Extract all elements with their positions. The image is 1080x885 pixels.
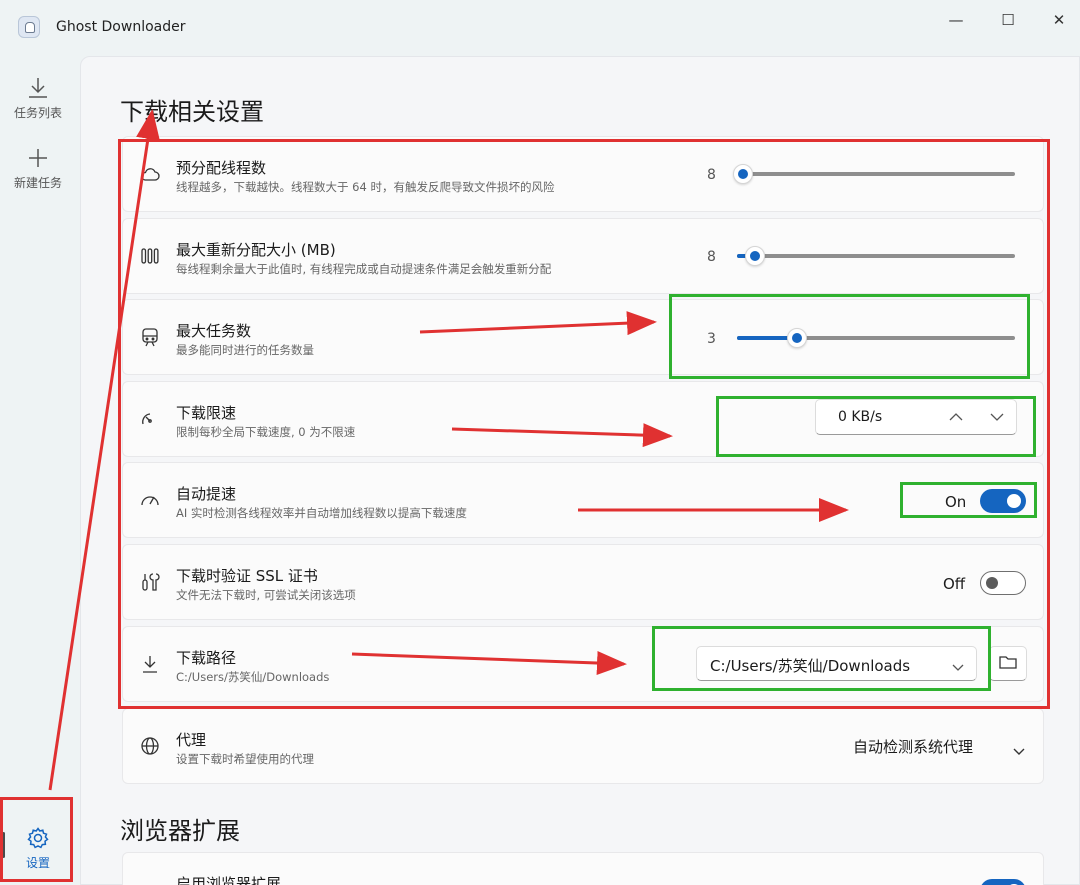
setting-title: 代理 [176,731,207,749]
setting-description: 设置下载时希望使用的代理 [176,752,314,766]
ghost-app-icon [18,16,40,38]
proxy-dropdown-value[interactable]: 自动检测系统代理 [853,736,973,757]
minimize-button[interactable]: — [933,6,979,34]
section-title-browser: 浏览器扩展 [120,817,240,845]
chevron-down-icon[interactable] [1013,741,1025,760]
section-title-download: 下载相关设置 [120,98,264,126]
annotation-box-max-tasks [669,294,1030,379]
annotation-box-speed-limit [716,396,1036,457]
annotation-box-auto-speedup [900,482,1037,518]
nav-rail: 任务列表 新建任务 设置 [0,56,78,885]
download-icon [0,74,76,102]
close-button[interactable]: ✕ [1036,6,1080,34]
globe-icon [139,735,161,757]
browser-extension-toggle[interactable] [980,879,1026,885]
annotation-box-settings-nav [0,797,73,882]
nav-item-task-list[interactable]: 任务列表 [0,74,76,121]
plus-icon [0,144,76,172]
app-title: Ghost Downloader [56,19,186,35]
annotation-box-download-path [652,626,991,691]
nav-item-label: 新建任务 [13,176,62,190]
setting-title: 启用浏览器扩展 [176,875,282,885]
maximize-button[interactable]: ☐ [985,6,1031,34]
title-bar: Ghost Downloader — ☐ ✕ [0,0,1080,56]
nav-item-label: 任务列表 [13,106,62,120]
setting-card-browser-extension: 启用浏览器扩展 [122,852,1044,885]
nav-item-new-task[interactable]: 新建任务 [0,144,76,191]
